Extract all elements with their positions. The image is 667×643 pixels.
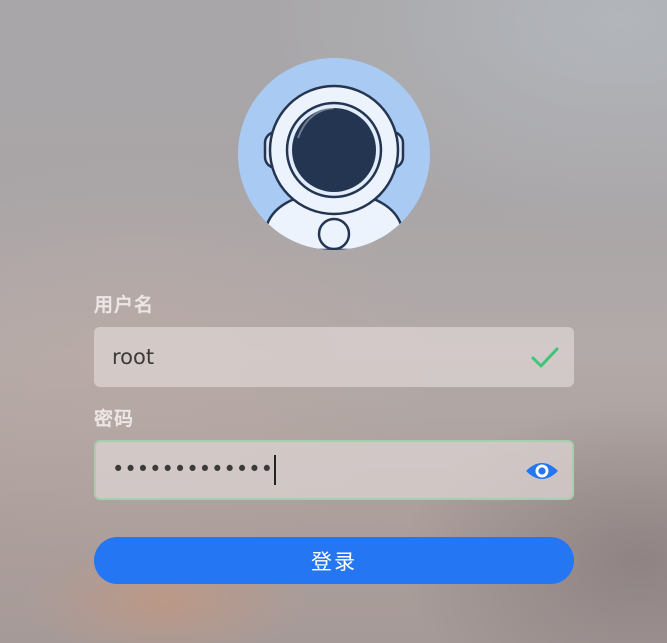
eye-icon[interactable] — [524, 458, 560, 488]
check-icon — [530, 342, 560, 376]
password-label: 密码 — [94, 408, 135, 430]
username-field[interactable]: root — [94, 327, 574, 387]
password-value: ••••••••••••• — [112, 455, 276, 485]
username-value: root — [112, 345, 155, 369]
login-button[interactable]: 登录 — [94, 537, 574, 584]
username-label: 用户名 — [94, 294, 155, 316]
text-cursor — [274, 455, 276, 485]
astronaut-avatar-icon — [238, 58, 430, 250]
password-field[interactable]: ••••••••••••• — [94, 440, 574, 500]
